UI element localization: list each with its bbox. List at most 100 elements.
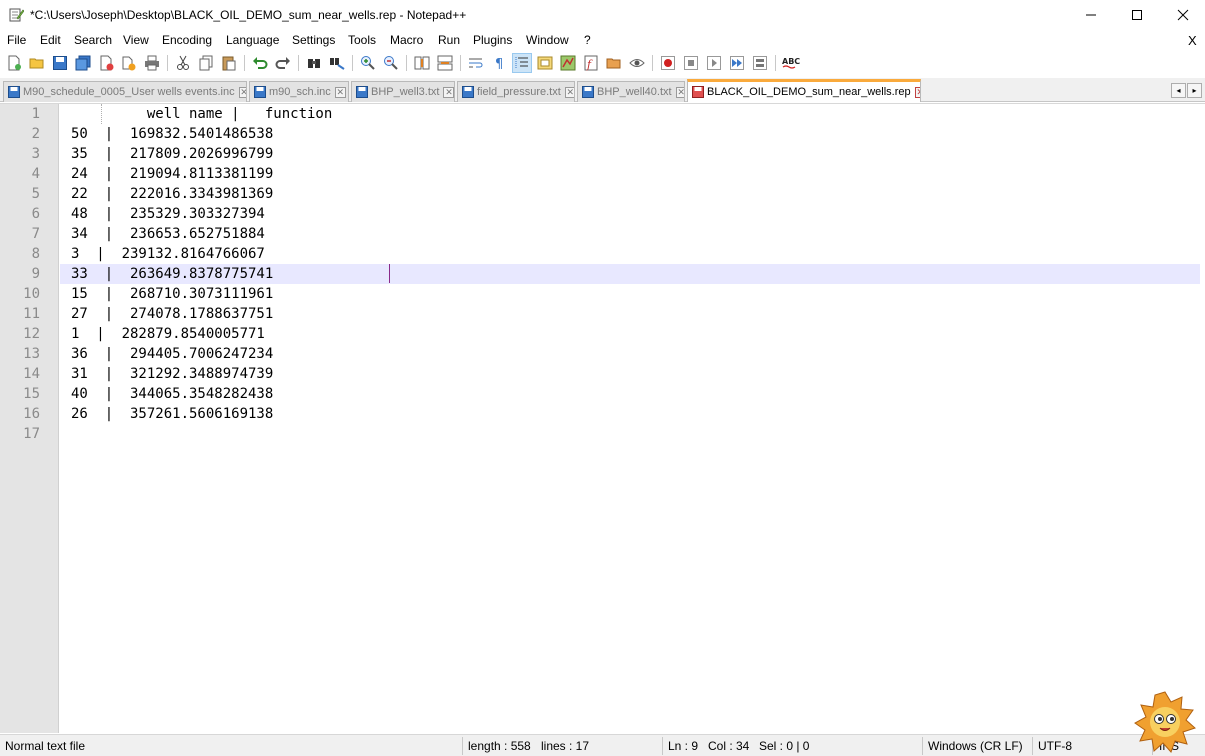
code-line[interactable]: 34 | 236653.652751884 (60, 224, 1200, 244)
cut-button[interactable] (173, 53, 193, 73)
code-line[interactable]: 50 | 169832.5401486538 (60, 124, 1200, 144)
tab-scroll-left-button[interactable]: ◂ (1171, 83, 1186, 98)
word-wrap-button[interactable] (466, 53, 486, 73)
document-map-icon (560, 55, 576, 71)
menu-run[interactable]: Run (438, 33, 460, 47)
tab-bhp-well3[interactable]: BHP_well3.txt ✕ (351, 81, 455, 102)
paste-button[interactable] (219, 53, 239, 73)
stop-recording-button[interactable] (681, 53, 701, 73)
folder-as-workspace-button[interactable] (604, 53, 624, 73)
menu-view[interactable]: View (123, 33, 149, 47)
copy-button[interactable] (196, 53, 216, 73)
menu-file[interactable]: File (7, 33, 26, 47)
line-number: 8 (31, 246, 40, 262)
tab-m90-sch[interactable]: m90_sch.inc ✕ (249, 81, 349, 102)
undo-button[interactable] (250, 53, 270, 73)
code-line[interactable]: 24 | 219094.8113381199 (60, 164, 1200, 184)
status-column: Col : 34 (708, 739, 750, 753)
open-file-button[interactable] (27, 53, 47, 73)
code-line[interactable]: 26 | 357261.5606169138 (60, 404, 1200, 424)
replace-button[interactable] (327, 53, 347, 73)
window-title: *C:\Users\Joseph\Desktop\BLACK_OIL_DEMO_… (30, 8, 467, 22)
new-file-button[interactable] (4, 53, 24, 73)
status-file-type: Normal text file (5, 739, 86, 753)
status-length: length : 558 (468, 739, 531, 753)
tab-close-icon[interactable]: ✕ (334, 86, 346, 98)
line-number: 10 (23, 286, 40, 302)
indent-guide-button[interactable] (512, 53, 532, 73)
menu-macro[interactable]: Macro (390, 33, 423, 47)
indent-guide (101, 104, 102, 124)
code-line[interactable]: 40 | 344065.3548282438 (60, 384, 1200, 404)
close-all-icon (122, 56, 136, 71)
redo-button[interactable] (273, 53, 293, 73)
tab-close-icon[interactable]: ✕ (443, 86, 454, 98)
minimize-button[interactable] (1068, 0, 1114, 30)
menu-window[interactable]: Window (526, 33, 569, 47)
tab-close-icon[interactable]: ✕ (238, 86, 246, 98)
maximize-button[interactable] (1114, 0, 1160, 30)
menu-help[interactable]: ? (584, 33, 591, 47)
monitoring-button[interactable] (627, 53, 647, 73)
menu-settings[interactable]: Settings (292, 33, 335, 47)
saved-file-icon (8, 86, 20, 98)
tab-m90-schedule[interactable]: M90_schedule_0005_User wells events.inc … (3, 81, 247, 102)
code-line[interactable]: 3 | 239132.8164766067 (60, 244, 1200, 264)
find-button[interactable] (304, 53, 324, 73)
code-line[interactable]: 48 | 235329.303327394 (60, 204, 1200, 224)
zoom-out-icon (384, 56, 398, 70)
menu-edit[interactable]: Edit (40, 33, 61, 47)
code-line[interactable]: 1 | 282879.8540005771 (60, 324, 1200, 344)
unsaved-file-icon (692, 86, 704, 98)
code-line[interactable]: 36 | 294405.7006247234 (60, 344, 1200, 364)
tab-close-icon[interactable]: ✕ (564, 86, 574, 98)
spell-check-button[interactable]: ABC (781, 53, 801, 73)
close-file-button[interactable] (96, 53, 116, 73)
code-line[interactable]: 27 | 274078.1788637751 (60, 304, 1200, 324)
sync-horizontal-button[interactable] (435, 53, 455, 73)
save-button[interactable] (50, 53, 70, 73)
code-line[interactable]: 35 | 217809.2026996799 (60, 144, 1200, 164)
tab-scroll-right-button[interactable]: ▸ (1187, 83, 1202, 98)
tab-field-pressure[interactable]: field_pressure.txt ✕ (457, 81, 575, 102)
close-document-button[interactable]: X (1188, 33, 1197, 48)
code-line[interactable]: 31 | 321292.3488974739 (60, 364, 1200, 384)
code-line[interactable]: well name | function (60, 104, 1200, 124)
toolbar-separator (460, 55, 461, 71)
editor[interactable]: 1 2 3 4 5 6 7 8 9 10 11 12 13 14 15 16 17 well name | fu… (0, 103, 1205, 733)
menu-search[interactable]: Search (74, 33, 112, 47)
tab-bhp-well40[interactable]: BHP_well40.txt ✕ (577, 81, 685, 102)
zoom-out-button[interactable] (381, 53, 401, 73)
menu-bar: File Edit Search View Encoding Language … (0, 31, 1205, 50)
record-macro-button[interactable] (658, 53, 678, 73)
run-macro-multiple-button[interactable] (727, 53, 747, 73)
code-line[interactable] (60, 424, 1200, 444)
print-button[interactable] (142, 53, 162, 73)
zoom-in-button[interactable] (358, 53, 378, 73)
tab-black-oil-demo[interactable]: BLACK_OIL_DEMO_sum_near_wells.rep ✕ (687, 79, 921, 102)
menu-language[interactable]: Language (226, 33, 279, 47)
current-line[interactable]: 33 | 263649.8378775741 (60, 264, 1200, 284)
menu-encoding[interactable]: Encoding (162, 33, 212, 47)
code-line[interactable]: 15 | 268710.3073111961 (60, 284, 1200, 304)
menu-tools[interactable]: Tools (348, 33, 376, 47)
save-macro-button[interactable] (750, 53, 770, 73)
menu-plugins[interactable]: Plugins (473, 33, 512, 47)
toolbar-separator (775, 55, 776, 71)
close-window-button[interactable] (1160, 0, 1205, 30)
playback-macro-button[interactable] (704, 53, 724, 73)
user-language-icon (537, 56, 553, 70)
tab-close-icon[interactable]: ✕ (675, 86, 684, 98)
function-list-button[interactable]: f (581, 53, 601, 73)
save-all-button[interactable] (73, 53, 93, 73)
show-all-characters-button[interactable]: ¶ (489, 53, 509, 73)
sync-vertical-button[interactable] (412, 53, 432, 73)
document-map-button[interactable] (558, 53, 578, 73)
user-defined-language-button[interactable] (535, 53, 555, 73)
tab-close-icon[interactable]: ✕ (914, 86, 920, 98)
line-number: 17 (23, 426, 40, 442)
binoculars-icon (308, 59, 320, 68)
scissors-icon (177, 55, 189, 70)
code-line[interactable]: 22 | 222016.3343981369 (60, 184, 1200, 204)
close-all-button[interactable] (119, 53, 139, 73)
